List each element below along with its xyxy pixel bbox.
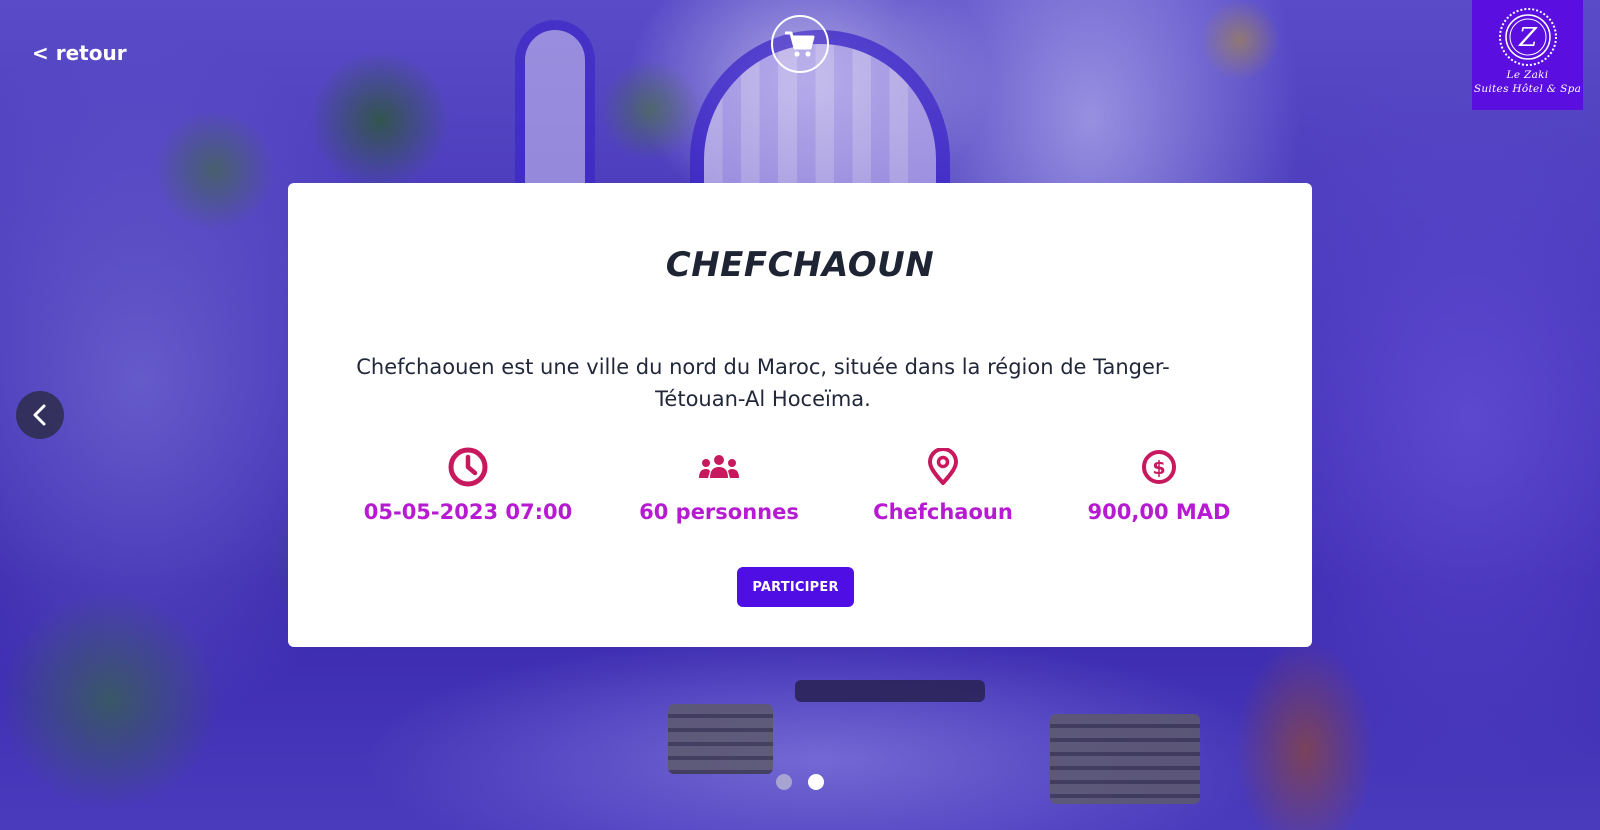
logo-line-1: Le Zaki — [1506, 69, 1549, 81]
activity-card: CHEFCHAOUN Chefchaouen est une ville du … — [288, 183, 1312, 647]
background-table — [795, 680, 985, 702]
chevron-left-icon — [33, 404, 46, 426]
background-stool — [1050, 714, 1200, 804]
info-price: $ 900,00 MAD — [1044, 446, 1274, 524]
activity-date: 05-05-2023 07:00 — [363, 500, 573, 524]
info-capacity: 60 personnes — [604, 446, 834, 524]
activity-description: Chefchaouen est une ville du nord du Mar… — [328, 351, 1198, 415]
participate-button[interactable]: PARTICIPER — [737, 567, 854, 607]
hotel-logo: Z Le Zaki Suites Hôtel & Spa — [1472, 0, 1583, 110]
logo-emblem-icon: Z — [1498, 8, 1557, 66]
clock-icon — [448, 447, 488, 487]
logo-line-2: Suites Hôtel & Spa — [1473, 83, 1582, 95]
svg-text:$: $ — [1152, 457, 1165, 479]
info-date: 05-05-2023 07:00 — [353, 446, 583, 524]
background-stool — [668, 704, 773, 774]
users-icon — [699, 455, 739, 478]
carousel-indicator-1[interactable] — [776, 774, 792, 790]
carousel-prev-button[interactable] — [16, 391, 64, 439]
cart-button[interactable] — [771, 15, 829, 73]
carousel-indicator-2-active[interactable] — [808, 774, 824, 790]
logo-initial: Z — [1517, 23, 1537, 53]
dollar-icon: $ — [1142, 450, 1176, 484]
description-line-1: Chefchaouen est une ville du nord du Mar… — [356, 355, 1170, 379]
activity-capacity: 60 personnes — [639, 500, 799, 524]
description-line-2: Tétouan-Al Hoceïma. — [655, 387, 871, 411]
info-location: Chefchaoun — [828, 446, 1058, 524]
map-pin-icon — [928, 448, 958, 485]
activity-location: Chefchaoun — [873, 500, 1013, 524]
activity-price: 900,00 MAD — [1087, 500, 1231, 524]
activity-title: CHEFCHAOUN — [665, 245, 935, 285]
cart-icon — [785, 31, 815, 57]
back-link[interactable]: < retour — [32, 41, 127, 65]
